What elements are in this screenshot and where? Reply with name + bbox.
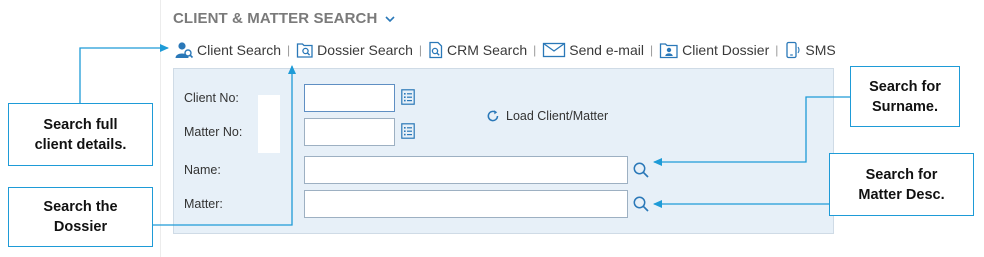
section-title-text: CLIENT & MATTER SEARCH	[173, 10, 378, 27]
dossier-search-label: Dossier Search	[317, 42, 413, 58]
callout-dossier-line2: Dossier	[53, 219, 108, 235]
matter-no-label: Matter No:	[184, 125, 243, 139]
refresh-icon	[487, 110, 499, 122]
client-dossier-button[interactable]: Client Dossier	[659, 41, 769, 59]
name-input[interactable]	[304, 156, 628, 184]
dossier-search-button[interactable]: Dossier Search	[296, 41, 413, 59]
callout-search-full-client: Search full client details.	[8, 103, 153, 166]
callout-full-client-line2: client details.	[34, 136, 127, 153]
callout-surname-line1: Search for	[869, 78, 941, 95]
left-divider	[160, 0, 161, 257]
chevron-down-icon	[385, 15, 395, 22]
toolbar-separator: |	[649, 43, 654, 57]
callout-dossier-line1: Search the	[43, 199, 118, 215]
mobile-phone-icon	[786, 41, 800, 59]
callout-matter-desc-line2: Matter Desc.	[858, 186, 945, 203]
client-list-icon[interactable]	[401, 89, 415, 105]
client-dossier-label: Client Dossier	[682, 42, 770, 58]
section-title[interactable]: CLIENT & MATTER SEARCH	[173, 10, 397, 27]
load-client-matter-button[interactable]: Load Client/Matter	[486, 109, 608, 123]
callout-full-client-line1: Search full	[43, 116, 118, 133]
callout-search-dossier: Search the Dossier	[8, 187, 153, 247]
client-no-input[interactable]	[304, 84, 395, 112]
matter-no-input[interactable]	[304, 118, 395, 146]
search-toolbar: Client Search | Dossier Search | CRM Sea…	[174, 40, 836, 60]
sms-label: SMS	[805, 42, 836, 58]
matter-label: Matter:	[184, 197, 223, 211]
callout-search-matter-desc: Search for Matter Desc.	[829, 153, 974, 216]
callout-matter-desc-line1: Search for	[865, 166, 938, 183]
matter-list-icon[interactable]	[401, 123, 415, 139]
envelope-icon	[543, 42, 566, 58]
crm-search-label: CRM Search	[447, 42, 528, 58]
name-label: Name:	[184, 163, 221, 177]
dossier-search-icon	[297, 43, 313, 58]
toolbar-separator: |	[775, 43, 779, 57]
label-background-patch	[258, 95, 280, 153]
sms-button[interactable]: SMS	[784, 41, 836, 59]
toolbar-separator: |	[533, 43, 537, 57]
client-dossier-icon	[659, 43, 678, 59]
client-no-label: Client No:	[184, 91, 239, 105]
load-client-matter-label: Load Client/Matter	[506, 109, 609, 123]
crm-search-button[interactable]: CRM Search	[428, 41, 527, 59]
callout-surname-line2: Surname.	[871, 98, 939, 115]
client-search-label: Client Search	[197, 42, 282, 58]
matter-input[interactable]	[304, 190, 628, 218]
callout-search-surname: Search for Surname.	[850, 66, 960, 127]
send-email-label: Send e-mail	[569, 42, 644, 58]
toolbar-separator: |	[287, 43, 291, 57]
name-search-icon[interactable]	[632, 161, 650, 179]
client-search-button[interactable]: Client Search	[174, 41, 281, 59]
connector-full-client	[79, 44, 169, 103]
matter-search-icon[interactable]	[632, 195, 650, 213]
toolbar-separator: |	[418, 43, 422, 57]
send-email-button[interactable]: Send e-mail	[542, 41, 644, 59]
client-search-icon	[175, 42, 194, 59]
crm-search-icon	[429, 41, 443, 59]
